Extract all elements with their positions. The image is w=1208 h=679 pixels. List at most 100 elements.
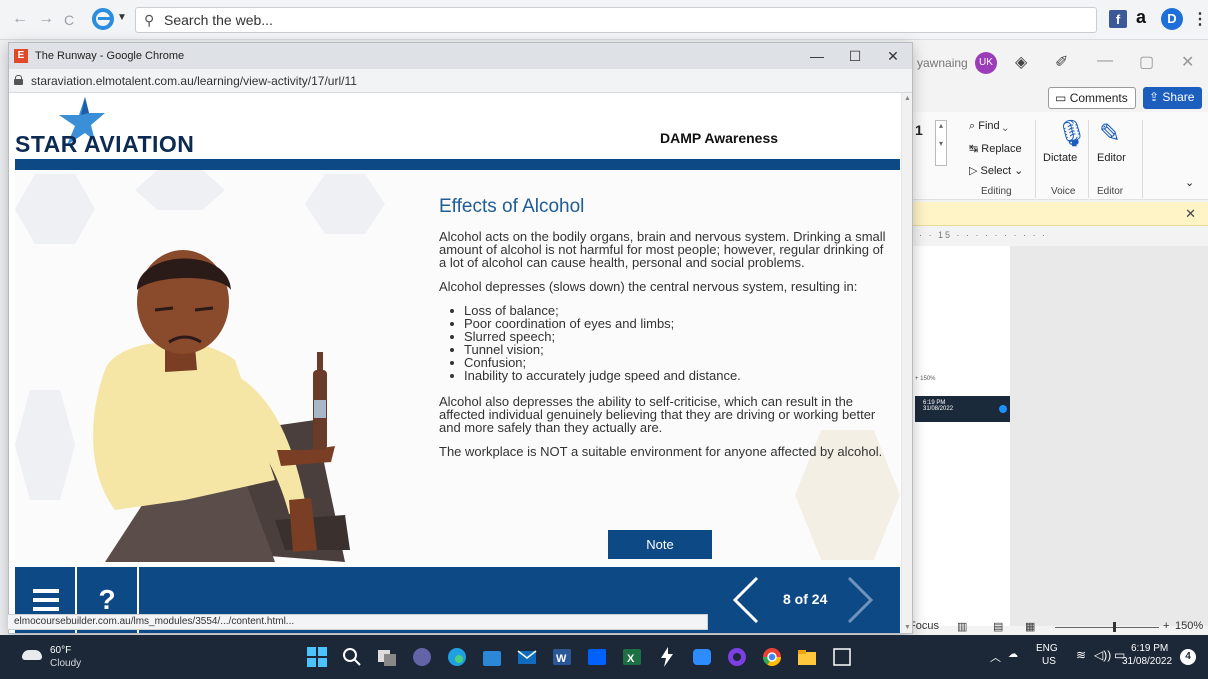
editing-group-label: Editing — [981, 186, 1012, 197]
paragraph: Alcohol acts on the bodily organs, brain… — [439, 229, 886, 270]
close-icon[interactable]: ✕ — [1185, 206, 1196, 222]
restore-icon[interactable]: ▢ — [1139, 52, 1154, 72]
page-counter: 8 of 24 — [783, 591, 828, 607]
language-bottom[interactable]: US — [1042, 656, 1056, 667]
message-bar: ✕ — [905, 202, 1208, 226]
document-page[interactable]: + 150% 6:19 PM 31/08/2022 — [905, 246, 1010, 626]
note-button[interactable]: Note — [608, 530, 712, 559]
microphone-icon[interactable]: 🎙 — [1055, 118, 1088, 149]
notification-badge[interactable]: 4 — [1180, 649, 1196, 665]
course-title: DAMP Awareness — [660, 130, 779, 146]
address-bar[interactable]: staraviation.elmotalent.com.au/learning/… — [9, 69, 912, 93]
page-url[interactable]: staraviation.elmotalent.com.au/learning/… — [31, 74, 357, 88]
ribbon-collapse-icon[interactable]: ⌄ — [1185, 176, 1194, 189]
close-button[interactable]: ✕ — [875, 45, 911, 67]
internet-explorer-icon[interactable] — [92, 8, 114, 30]
language-top[interactable]: ENG — [1036, 643, 1058, 654]
find-button[interactable]: ⌕ Find ⌄ — [969, 120, 1008, 133]
header-rule — [15, 159, 900, 170]
window-title: The Runway - Google Chrome — [35, 50, 185, 62]
select-button[interactable]: ▷ Select ⌄ — [969, 164, 1023, 177]
task-view-icon[interactable] — [375, 645, 399, 669]
weather-condition[interactable]: Cloudy — [50, 658, 81, 669]
chevron-up-icon[interactable]: ︿ — [990, 649, 1001, 665]
editor-label[interactable]: Editor — [1097, 152, 1126, 164]
replace-label: Replace — [981, 143, 1022, 155]
vertical-scrollbar[interactable]: ▲ ▼ — [901, 93, 912, 633]
username: yawnaing — [917, 56, 968, 70]
font-size-value[interactable]: 1 — [915, 122, 923, 138]
scroll-up-icon[interactable]: ▲ — [904, 95, 911, 102]
dictate-label[interactable]: Dictate — [1043, 152, 1077, 164]
hamburger-icon — [33, 589, 59, 593]
print-layout-icon[interactable]: ▤ — [993, 620, 1003, 633]
cloud-icon[interactable] — [22, 650, 42, 660]
focus-button[interactable]: Focus — [909, 620, 939, 632]
volume-icon[interactable]: ◁)) — [1094, 648, 1111, 662]
pen-icon[interactable]: ✐ — [1055, 52, 1068, 72]
lesson-heading: Effects of Alcohol — [439, 196, 585, 217]
file-explorer-icon[interactable] — [795, 645, 819, 669]
ribbon-scroll[interactable]: ▴ ▾ — [935, 120, 947, 166]
diamond-icon[interactable]: ◈ — [1015, 52, 1027, 72]
teams-chat-icon[interactable] — [410, 645, 434, 669]
onenote-circle-icon[interactable] — [725, 645, 749, 669]
web-search-input[interactable]: ⚲ Search the web... — [135, 7, 1097, 33]
read-mode-icon[interactable]: ▥ — [957, 620, 967, 633]
snipping-tool-icon[interactable] — [830, 645, 854, 669]
svg-text:X: X — [627, 653, 635, 665]
editor-pen-icon[interactable]: ✎ — [1099, 118, 1121, 149]
zoom-slider[interactable] — [1055, 627, 1159, 628]
network-alert-icon[interactable]: ☁ — [1008, 649, 1018, 660]
chrome-titlebar: E The Runway - Google Chrome — ☐ ✕ — [9, 43, 912, 69]
minimize-button[interactable]: — — [799, 45, 835, 67]
list-item: Inability to accurately judge speed and … — [439, 369, 889, 382]
search-icon[interactable] — [340, 645, 364, 669]
maximize-button[interactable]: ☐ — [837, 45, 873, 67]
zoom-in-icon[interactable]: + — [1163, 620, 1169, 632]
replace-button[interactable]: ↹ Replace — [969, 142, 1022, 155]
web-layout-icon[interactable]: ▦ — [1025, 620, 1035, 633]
dropbox-icon[interactable] — [585, 645, 609, 669]
comments-button[interactable]: ▭ Comments — [1048, 87, 1136, 109]
lock-icon[interactable] — [14, 75, 23, 85]
word-icon[interactable]: W — [550, 645, 574, 669]
zoom-icon[interactable] — [690, 645, 714, 669]
wifi-icon[interactable]: ≋ — [1076, 648, 1086, 662]
word-window: yawnaing UK ◈ ✐ — ▢ ✕ ▭ Comments ⇪ Share… — [905, 40, 1208, 635]
amazon-icon[interactable]: a — [1136, 7, 1146, 28]
more-menu-icon[interactable]: ⋮ — [1192, 9, 1208, 29]
chrome-icon[interactable] — [760, 645, 784, 669]
next-page-button[interactable] — [845, 575, 875, 625]
browser-toolbar: ← → C ▼ ⚲ Search the web... f a D ⋮ — [0, 0, 1208, 40]
clock-time[interactable]: 6:19 PM — [1131, 643, 1168, 654]
mail-icon[interactable] — [515, 645, 539, 669]
link-status-bubble: elmocoursebuilder.com.au/lms_modules/355… — [8, 614, 708, 630]
back-button[interactable]: ← — [12, 10, 28, 28]
windows-taskbar: 60°F Cloudy W X ︿ ☁ ENG US ≋ ◁)) ▭ 6:19 … — [0, 635, 1208, 679]
lightning-app-icon[interactable] — [655, 645, 679, 669]
weather-temperature[interactable]: 60°F — [50, 645, 71, 656]
previous-page-button[interactable] — [731, 575, 761, 625]
scroll-down-icon[interactable]: ▼ — [904, 624, 911, 631]
document-area: + 150% 6:19 PM 31/08/2022 — [905, 246, 1208, 626]
editor-group-label: Editor — [1097, 186, 1124, 197]
clock-date[interactable]: 31/08/2022 — [1122, 656, 1172, 667]
avatar[interactable]: UK — [975, 52, 997, 74]
extension-d-icon[interactable]: D — [1161, 8, 1183, 30]
store-icon[interactable] — [480, 645, 504, 669]
chevron-down-icon[interactable]: ▼ — [117, 12, 127, 23]
excel-icon[interactable]: X — [620, 645, 644, 669]
close-icon[interactable]: ✕ — [1181, 52, 1194, 72]
paragraph: Alcohol also depresses the ability to se… — [439, 394, 876, 435]
elmo-favicon-icon: E — [14, 49, 28, 63]
edge-icon[interactable] — [445, 645, 469, 669]
reload-button[interactable]: C — [64, 12, 74, 28]
zoom-slider-thumb[interactable] — [1113, 622, 1116, 632]
windows-start-icon[interactable] — [305, 645, 329, 669]
zoom-level[interactable]: 150% — [1175, 620, 1203, 632]
facebook-icon[interactable]: f — [1109, 10, 1127, 28]
forward-button[interactable]: → — [38, 10, 54, 28]
share-button[interactable]: ⇪ Share — [1143, 87, 1202, 109]
minimize-icon[interactable]: — — [1097, 52, 1113, 70]
